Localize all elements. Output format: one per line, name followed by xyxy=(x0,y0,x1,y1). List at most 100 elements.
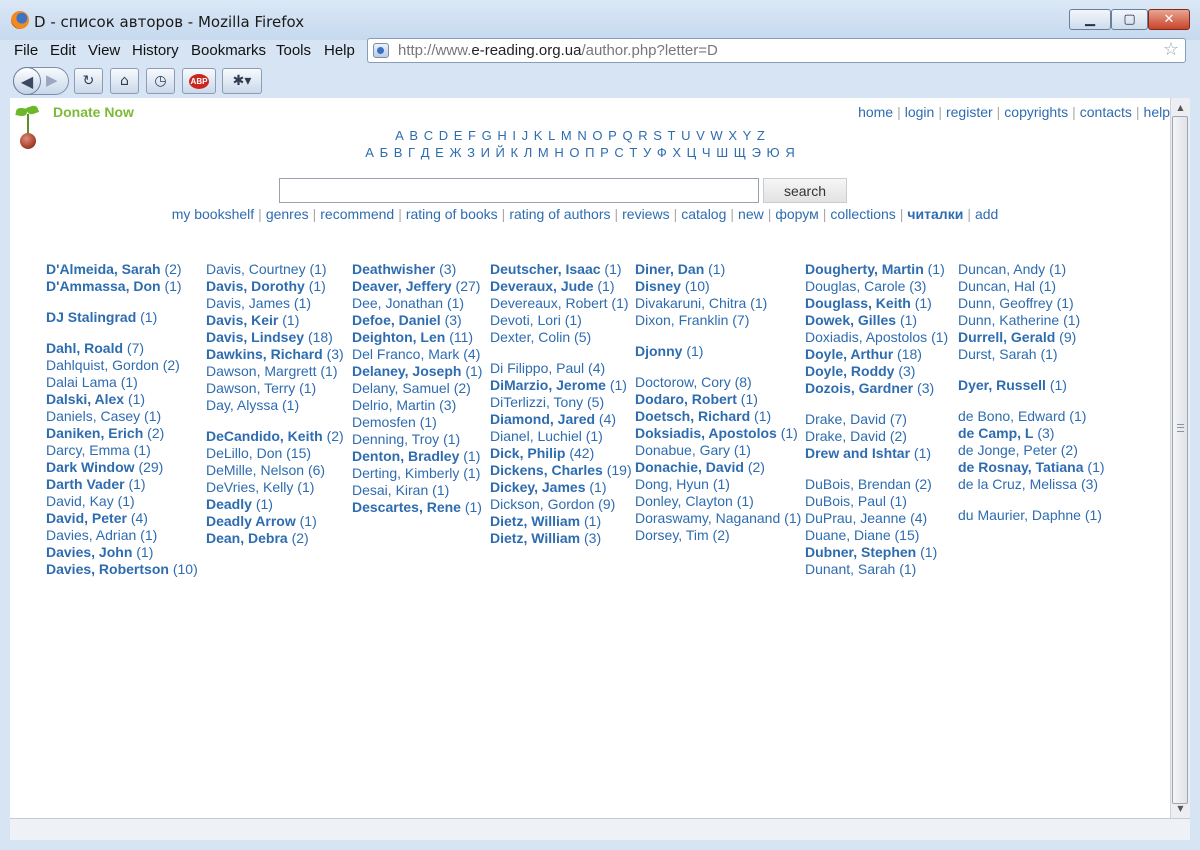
menu-view[interactable]: View xyxy=(88,42,120,59)
author-link[interactable]: Dyer, Russell xyxy=(958,377,1046,393)
author-link[interactable]: Doyle, Arthur xyxy=(805,346,893,362)
forward-arrow-icon[interactable]: ▶ xyxy=(46,71,58,89)
author-link[interactable]: Darcy, Emma xyxy=(46,442,130,458)
letter-link[interactable]: O xyxy=(592,128,602,143)
letter-link[interactable]: Q xyxy=(622,128,632,143)
scroll-down-icon[interactable]: ▼ xyxy=(1171,800,1190,817)
author-link[interactable]: Doksiadis, Apostolos xyxy=(635,425,777,441)
author-link[interactable]: Dianel, Luchiel xyxy=(490,428,582,444)
letter-link[interactable]: З xyxy=(467,145,475,160)
author-link[interactable]: Diamond, Jared xyxy=(490,411,595,427)
letter-link[interactable]: О xyxy=(569,145,579,160)
author-link[interactable]: Disney xyxy=(635,278,681,294)
letter-link[interactable]: V xyxy=(696,128,705,143)
author-link[interactable]: Donley, Clayton xyxy=(635,493,733,509)
letter-link[interactable]: Г xyxy=(408,145,415,160)
letter-link[interactable]: А xyxy=(365,145,374,160)
author-link[interactable]: Deadly xyxy=(206,496,252,512)
nav-link[interactable]: genres xyxy=(266,206,309,222)
home-button[interactable]: ⌂ xyxy=(110,68,139,94)
author-link[interactable]: Dowek, Gilles xyxy=(805,312,896,328)
nav-link[interactable]: rating of books xyxy=(406,206,498,222)
nav-link[interactable]: collections xyxy=(830,206,895,222)
author-link[interactable]: DeCandido, Keith xyxy=(206,428,323,444)
letter-link[interactable]: F xyxy=(468,128,476,143)
letter-link[interactable]: Н xyxy=(554,145,563,160)
nav-link[interactable]: reviews xyxy=(622,206,669,222)
author-link[interactable]: Delrio, Martin xyxy=(352,397,435,413)
author-link[interactable]: DJ Stalingrad xyxy=(46,309,136,325)
letter-link[interactable]: Ф xyxy=(657,145,667,160)
author-link[interactable]: DeVries, Kelly xyxy=(206,479,293,495)
author-link[interactable]: Del Franco, Mark xyxy=(352,346,459,362)
author-link[interactable]: Devereaux, Robert xyxy=(490,295,608,311)
letter-link[interactable]: Щ xyxy=(734,145,746,160)
letter-link[interactable]: Й xyxy=(496,145,505,160)
author-link[interactable]: Durst, Sarah xyxy=(958,346,1037,362)
letter-link[interactable]: Ш xyxy=(716,145,728,160)
author-link[interactable]: Duncan, Hal xyxy=(958,278,1035,294)
author-link[interactable]: Davis, Dorothy xyxy=(206,278,305,294)
author-link[interactable]: Douglass, Keith xyxy=(805,295,911,311)
bookmark-star-icon[interactable]: ☆ xyxy=(1163,39,1179,60)
author-link[interactable]: Deadly Arrow xyxy=(206,513,296,529)
author-link[interactable]: de Jonge, Peter xyxy=(958,442,1057,458)
author-link[interactable]: DiMarzio, Jerome xyxy=(490,377,606,393)
author-link[interactable]: Daniken, Erich xyxy=(46,425,143,441)
nav-link[interactable]: recommend xyxy=(320,206,394,222)
author-link[interactable]: Dickson, Gordon xyxy=(490,496,594,512)
letter-link[interactable]: J xyxy=(522,128,529,143)
link-register[interactable]: register xyxy=(946,104,993,120)
author-link[interactable]: Descartes, Rene xyxy=(352,499,461,515)
author-link[interactable]: de la Cruz, Melissa xyxy=(958,476,1077,492)
author-link[interactable]: Davies, Adrian xyxy=(46,527,136,543)
menu-tools[interactable]: Tools xyxy=(276,42,311,59)
author-link[interactable]: Dunn, Geoffrey xyxy=(958,295,1053,311)
letter-link[interactable]: Д xyxy=(421,145,430,160)
menu-edit[interactable]: Edit xyxy=(50,42,76,59)
letter-link[interactable]: Х xyxy=(672,145,681,160)
author-link[interactable]: Dark Window xyxy=(46,459,135,475)
author-link[interactable]: David, Kay xyxy=(46,493,114,509)
letter-link[interactable]: B xyxy=(409,128,418,143)
author-link[interactable]: Drake, David xyxy=(805,411,886,427)
author-link[interactable]: Dickey, James xyxy=(490,479,585,495)
author-link[interactable]: de Camp, L xyxy=(958,425,1033,441)
author-link[interactable]: Derting, Kimberly xyxy=(352,465,459,481)
author-link[interactable]: de Bono, Edward xyxy=(958,408,1065,424)
author-link[interactable]: Davis, Keir xyxy=(206,312,278,328)
author-link[interactable]: Dodaro, Robert xyxy=(635,391,737,407)
letter-link[interactable]: W xyxy=(710,128,722,143)
nav-link[interactable]: add xyxy=(975,206,998,222)
letter-link[interactable]: В xyxy=(394,145,403,160)
letter-link[interactable]: A xyxy=(395,128,404,143)
letter-link[interactable]: N xyxy=(577,128,586,143)
author-link[interactable]: Denning, Troy xyxy=(352,431,439,447)
author-link[interactable]: DeMille, Nelson xyxy=(206,462,304,478)
author-link[interactable]: Defoe, Daniel xyxy=(352,312,441,328)
author-link[interactable]: Dixon, Franklin xyxy=(635,312,728,328)
letter-link[interactable]: К xyxy=(511,145,519,160)
author-link[interactable]: David, Peter xyxy=(46,510,127,526)
letter-link[interactable]: H xyxy=(497,128,506,143)
author-link[interactable]: DeLillo, Don xyxy=(206,445,282,461)
link-home[interactable]: home xyxy=(858,104,893,120)
author-link[interactable]: Dalai Lama xyxy=(46,374,117,390)
author-link[interactable]: de Rosnay, Tatiana xyxy=(958,459,1084,475)
menu-help[interactable]: Help xyxy=(324,42,355,59)
author-link[interactable]: DiTerlizzi, Tony xyxy=(490,394,583,410)
author-link[interactable]: Dawson, Margrett xyxy=(206,363,316,379)
adblock-button[interactable]: ABP xyxy=(182,68,216,94)
letter-link[interactable]: D xyxy=(439,128,448,143)
nav-link[interactable]: new xyxy=(738,206,764,222)
search-button[interactable]: search xyxy=(763,178,847,203)
author-link[interactable]: Dunn, Katherine xyxy=(958,312,1059,328)
author-link[interactable]: Drew and Ishtar xyxy=(805,445,910,461)
author-link[interactable]: Dubner, Stephen xyxy=(805,544,916,560)
scroll-thumb[interactable] xyxy=(1172,116,1188,804)
letter-link[interactable]: Ж xyxy=(449,145,461,160)
history-button[interactable]: ◷ xyxy=(146,68,175,94)
author-link[interactable]: Davis, Courtney xyxy=(206,261,306,277)
author-link[interactable]: Divakaruni, Chitra xyxy=(635,295,746,311)
author-link[interactable]: Dahlquist, Gordon xyxy=(46,357,159,373)
